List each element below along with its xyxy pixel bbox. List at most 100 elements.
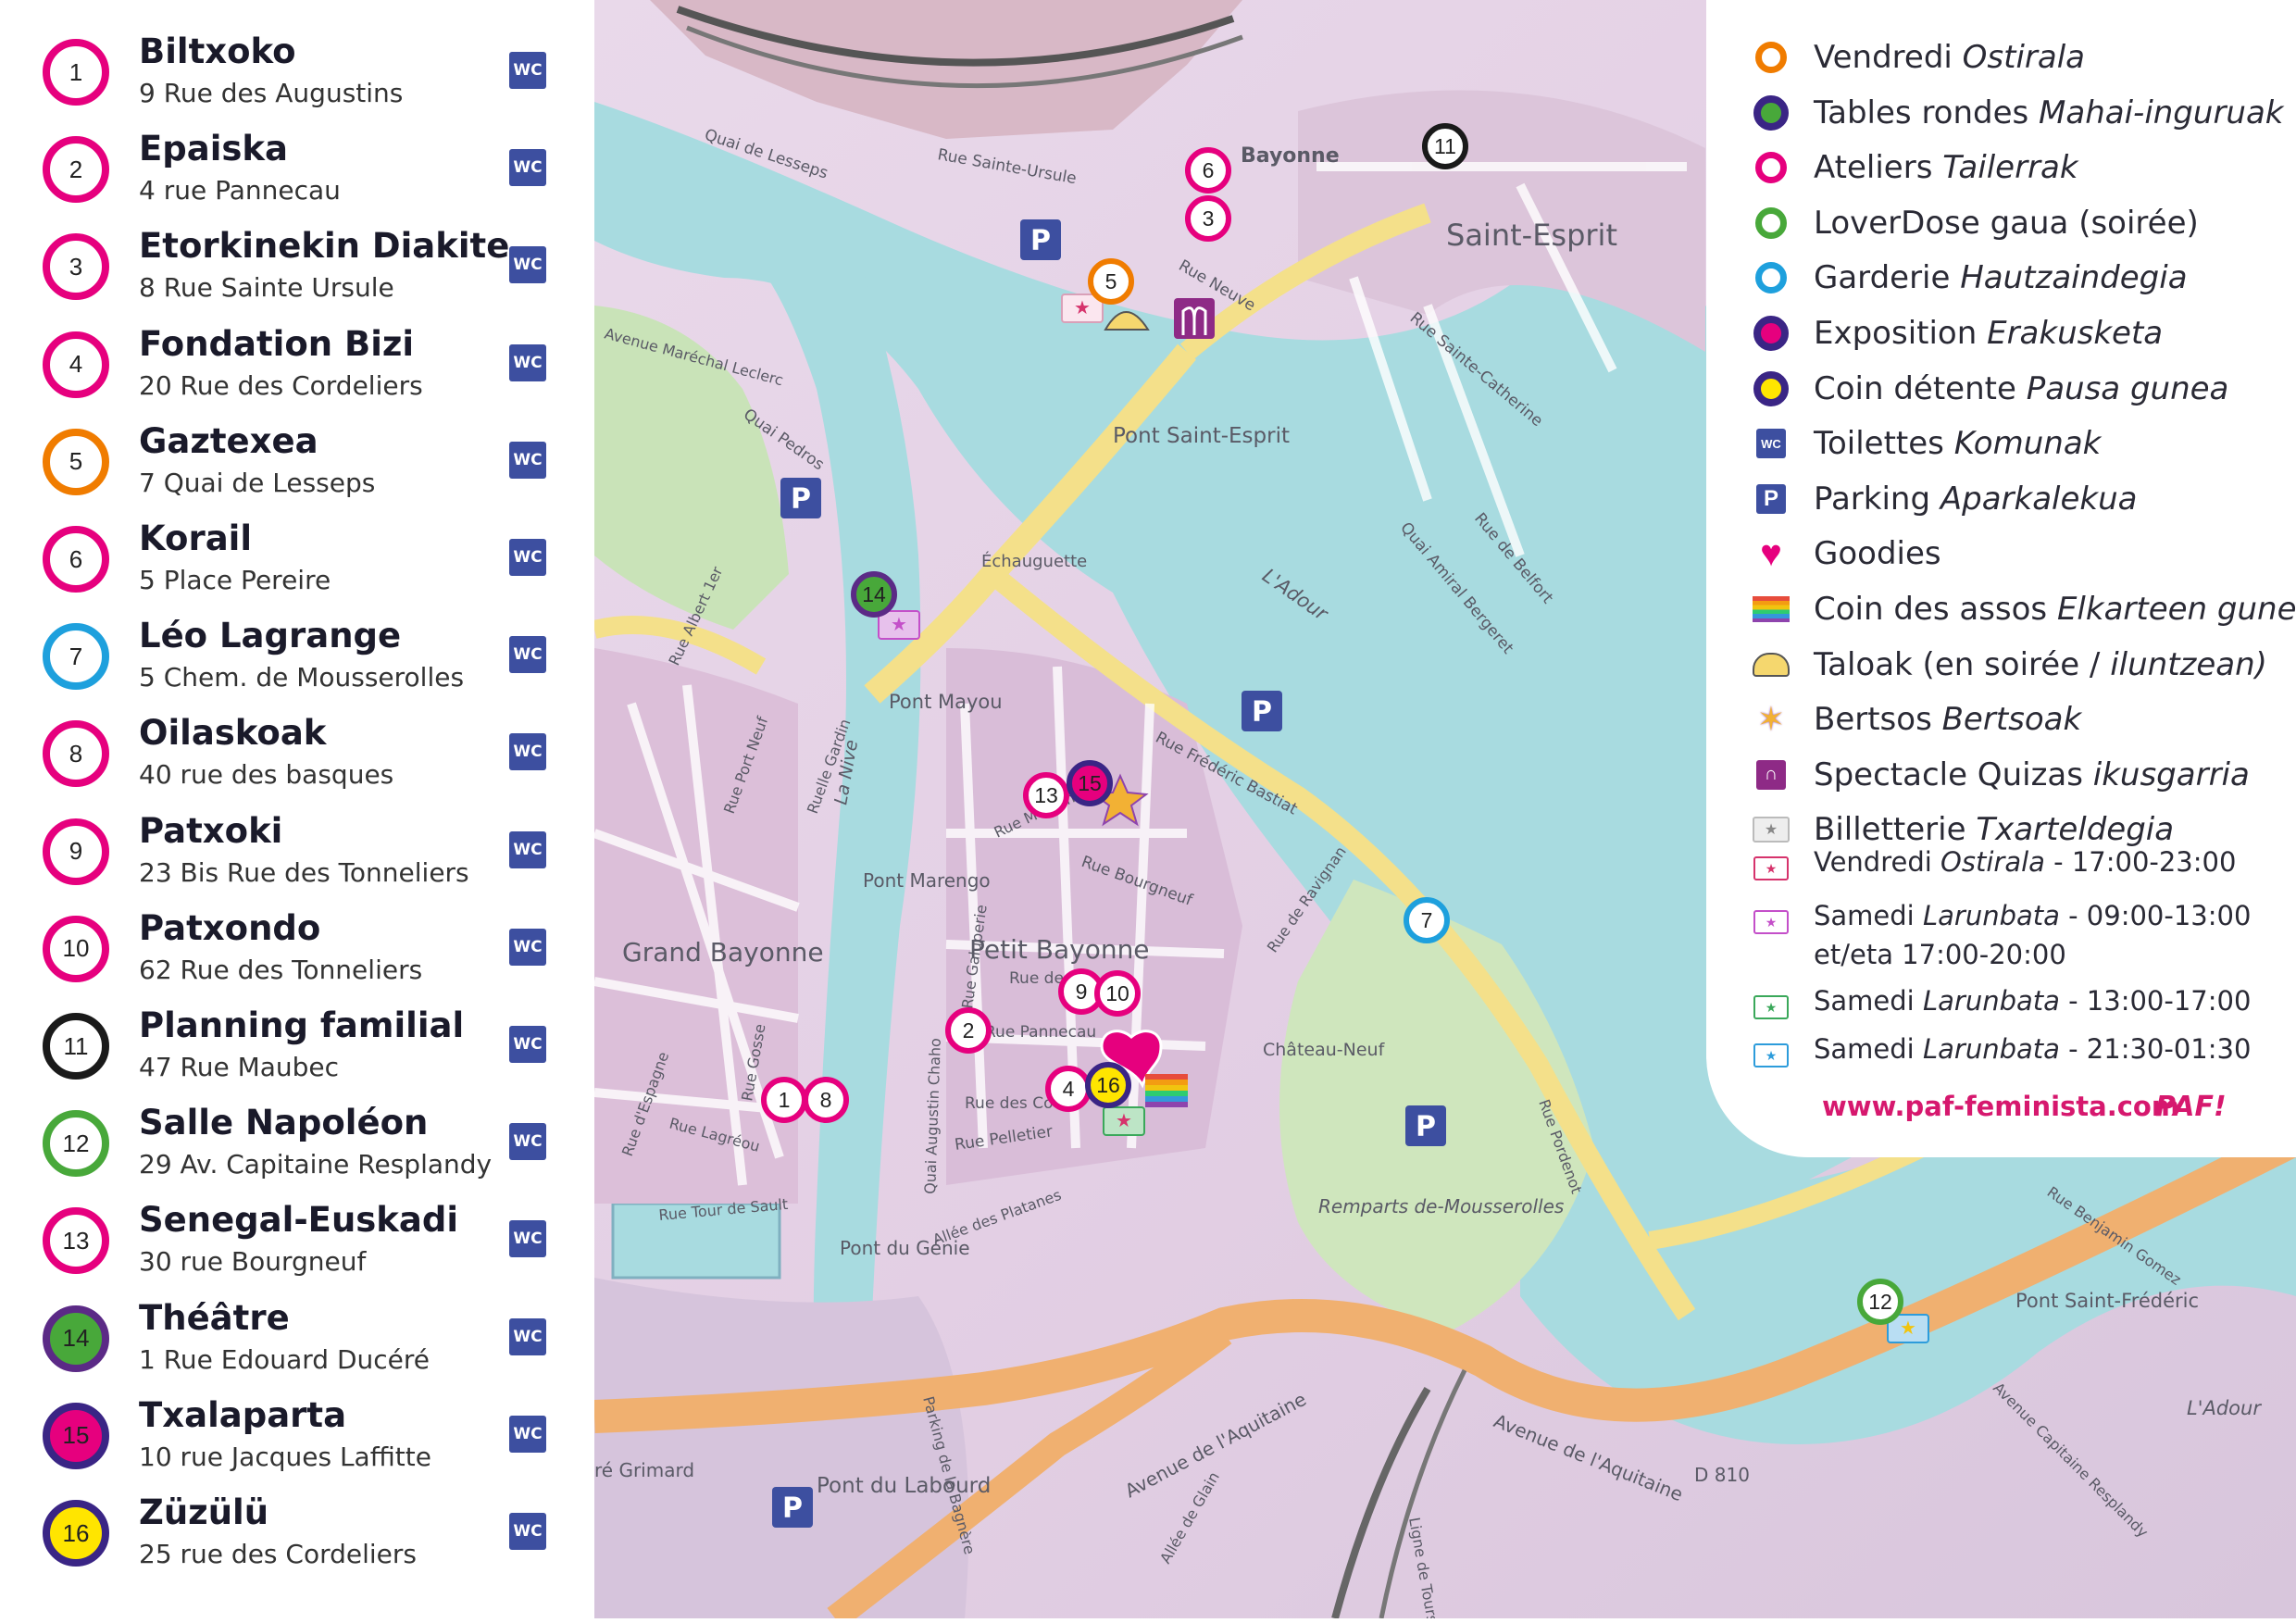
venue-item[interactable]: 16 Züzülü 25 rue des Cordeliers WC [0, 1491, 594, 1588]
legend-label: Tables rondes Mahai-inguruak [1814, 94, 2284, 131]
schedule-text: Samedi Larunbata - 09:00-13:00 et/eta 17:… [1814, 896, 2251, 974]
legend-item: P Parking Aparkalekua [1753, 473, 2138, 525]
map-pin-11[interactable]: 11 [1422, 123, 1468, 169]
wc-icon: WC [509, 1220, 546, 1258]
legend-item: Coin des assos Elkarteen gunea [1753, 583, 2296, 635]
venue-name: Planning familial [139, 1005, 465, 1045]
parking-icon[interactable]: P [772, 1487, 813, 1528]
map-pin-7[interactable]: 7 [1404, 897, 1450, 943]
wc-icon: WC [509, 830, 546, 868]
map-label-ladour-east: L'Adour [2187, 1397, 2262, 1419]
schedule-day-eu: Larunbata [1922, 985, 2060, 1017]
venue-number-badge: 14 [43, 1305, 109, 1372]
legend-label-fr: Bertsos [1814, 701, 1942, 739]
pink-dot-ring-icon [1753, 315, 1790, 352]
map-pin-5[interactable]: 5 [1088, 258, 1134, 305]
venue-item[interactable]: 7 Léo Lagrange 5 Chem. de Mousserolles WC [0, 614, 594, 711]
schedule-item: ★ Vendredi Ostirala - 17:00-23:00 [1753, 843, 2236, 894]
map-label-pont-du-labourd: Pont du Labourd [817, 1474, 991, 1498]
venue-item[interactable]: 15 Txalaparta 10 rue Jacques Laffitte WC [0, 1393, 594, 1491]
venue-number-badge: 10 [43, 915, 109, 982]
map-label-grimard: ré Grimard [594, 1459, 694, 1481]
legend-label-eu: Elkarteen gunea [2056, 591, 2296, 628]
legend-item: LoverDose gaua (soirée) [1753, 197, 2199, 249]
venue-address: 23 Bis Rue des Tonneliers [139, 856, 469, 888]
map-pin-15[interactable]: 15 [1067, 760, 1113, 806]
ticket-icon: ★ [1753, 850, 1790, 887]
map-label-bayonne: Bayonne [1241, 144, 1340, 168]
map-pin-3[interactable]: 3 [1185, 195, 1231, 242]
legend-label-eu: Pausa gunea [2026, 369, 2229, 407]
venue-address: 25 rue des Cordeliers [139, 1539, 417, 1569]
venue-address: 29 Av. Capitaine Resplandy [139, 1149, 493, 1180]
venue-item[interactable]: 4 Fondation Bizi 20 Rue des Cordeliers WC [0, 322, 594, 419]
ticket-green-icon: ★ [1103, 1106, 1145, 1136]
orange-ring-icon [1753, 39, 1790, 76]
map-pin-2[interactable]: 2 [945, 1007, 992, 1054]
legend-label-fr: Taloak (en soirée / [1814, 645, 2111, 683]
green-dot-ring-icon [1753, 94, 1790, 131]
svg-text:15: 15 [1078, 771, 1102, 795]
parking-icon[interactable]: P [1242, 691, 1282, 731]
legend-label-fr: LoverDose gaua (soirée) [1814, 204, 2199, 242]
venue-item[interactable]: 9 Patxoki 23 Bis Rue des Tonneliers WC [0, 809, 594, 906]
schedule-text: Samedi Larunbata - 13:00-17:00 [1814, 981, 2251, 1020]
venue-item[interactable]: 6 Korail 5 Place Pereire WC [0, 517, 594, 614]
svg-text:16: 16 [1096, 1073, 1120, 1097]
map-pin-12[interactable]: 12 [1857, 1279, 1903, 1325]
venue-item[interactable]: 8 Oilaskoak 40 rue des basques WC [0, 711, 594, 808]
venue-name: Gaztexea [139, 420, 318, 461]
venue-number-badge: 5 [43, 428, 109, 495]
venue-name: Epaiska [139, 129, 289, 169]
legend-label: Spectacle Quizas ikusgarria [1814, 756, 2250, 793]
parking-icon[interactable]: P [1020, 219, 1061, 260]
map-pin-14[interactable]: 14 [851, 571, 897, 618]
legend-label: LoverDose gaua (soirée) [1814, 205, 2199, 242]
legend-label-fr: Vendredi [1814, 39, 1963, 76]
venue-item[interactable]: 1 Biltxoko 9 Rue des Augustins WC [0, 30, 594, 127]
map-label-rue-des-cordeliers: Rue des Co [965, 1094, 1053, 1113]
ticket-icon: ★ [1753, 1037, 1790, 1074]
map-label-pont-saint-esprit: Pont Saint-Esprit [1113, 424, 1290, 448]
venue-item[interactable]: 3 Etorkinekin Diakite 8 Rue Sainte Ursule W… [0, 224, 594, 321]
venue-name: Txalaparta [139, 1394, 347, 1435]
map-pin-6[interactable]: 6 [1185, 147, 1231, 194]
map-pin-10[interactable]: 10 [1094, 970, 1141, 1017]
map-pin-1[interactable]: 1 [761, 1077, 807, 1123]
venue-address: 8 Rue Sainte Ursule [139, 272, 394, 304]
venue-name: Senegal-Euskadi [139, 1200, 459, 1241]
venue-item[interactable]: 5 Gaztexea 7 Quai de Lesseps WC [0, 419, 594, 517]
wc-icon: WC [509, 928, 546, 966]
map-pin-16[interactable]: 16 [1085, 1062, 1131, 1108]
pink-ring-icon [1753, 149, 1790, 186]
svg-text:11: 11 [1434, 134, 1456, 158]
parking-icon[interactable]: P [780, 478, 821, 518]
wc-icon: WC [1753, 425, 1790, 462]
paf-logo: PAF! [2155, 1091, 2227, 1123]
venue-number-badge: 11 [43, 1013, 109, 1080]
venue-item[interactable]: 2 Epaiska 4 rue Pannecau WC [0, 127, 594, 224]
map-pin-13[interactable]: 13 [1023, 772, 1069, 818]
svg-text:4: 4 [1063, 1077, 1075, 1101]
venue-item[interactable]: 11 Planning familial 47 Rue Maubec WC [0, 1004, 594, 1101]
venue-address: 30 rue Bourgneuf [139, 1246, 367, 1278]
website-link[interactable]: www.paf-feminista.com [1822, 1091, 2179, 1122]
map-label-pont-saint-frederic: Pont Saint-Frédéric [2015, 1290, 2199, 1312]
legend-label-fr: Ateliers [1814, 149, 1943, 187]
venue-item[interactable]: 12 Salle Napoléon 29 Av. Capitaine Resplan… [0, 1101, 594, 1198]
venue-name: Patxondo [139, 907, 321, 948]
map-pin-4[interactable]: 4 [1045, 1066, 1092, 1112]
svg-text:★: ★ [1116, 1111, 1132, 1131]
legend-item: Exposition Erakusketa [1753, 307, 2163, 359]
map-pin-8[interactable]: 8 [803, 1077, 849, 1123]
parking-icon[interactable]: P [1405, 1105, 1446, 1146]
venue-item[interactable]: 10 Patxondo 62 Rue des Tonneliers WC [0, 906, 594, 1004]
wc-icon: WC [509, 52, 546, 89]
venue-item[interactable]: 14 Théâtre 1 Rue Edouard Ducéré WC [0, 1296, 594, 1393]
green-ring-icon [1753, 205, 1790, 242]
map-label-grand-bayonne: Grand Bayonne [622, 937, 824, 968]
legend-label-fr: Exposition [1814, 315, 1988, 352]
legend-label: Toilettes Komunak [1814, 425, 2101, 462]
venue-item[interactable]: 13 Senegal-Euskadi 30 rue Bourgneuf WC [0, 1198, 594, 1295]
venue-number-badge: 9 [43, 818, 109, 885]
